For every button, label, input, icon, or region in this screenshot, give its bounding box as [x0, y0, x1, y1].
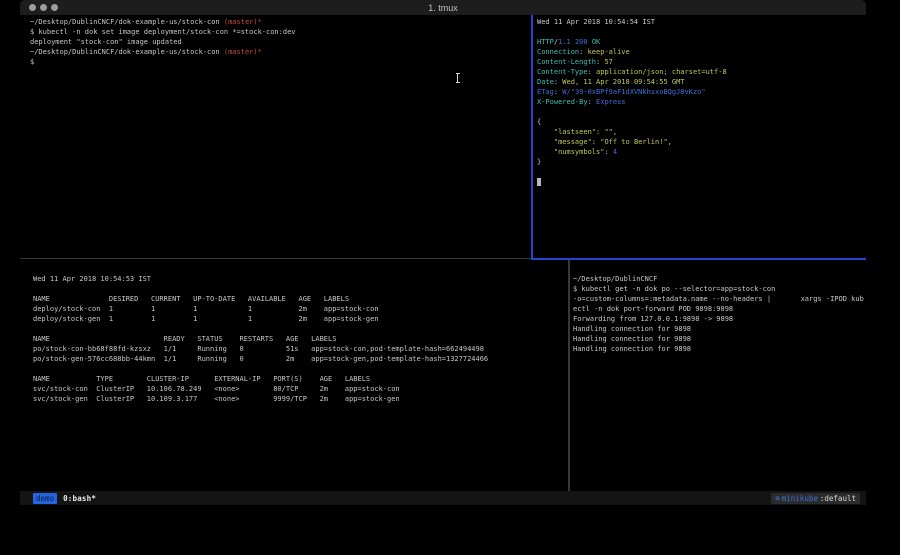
kube-namespace: :default	[820, 494, 856, 503]
window-titlebar[interactable]: 1. tmux	[20, 0, 866, 15]
kube-context: minikube	[782, 494, 818, 503]
terminal-window: 1. tmux ~/Desktop/DublinCNCF/dok-example…	[20, 0, 866, 505]
pane-kubectl-get[interactable]: Wed 11 Apr 2018 10:54:53 IST NAME DESIRE…	[20, 260, 568, 491]
close-window-button[interactable]	[29, 4, 36, 11]
pane-border-horizontal-left[interactable]	[20, 258, 531, 259]
session-name-badge: demo	[33, 493, 57, 504]
window-title: 1. tmux	[428, 3, 458, 13]
kubernetes-icon: ☸	[775, 494, 780, 503]
minimize-window-button[interactable]	[40, 4, 47, 11]
pane-port-forward[interactable]: ~/Desktop/DublinCNCF$ kubectl get -n dok…	[570, 260, 866, 491]
pane-shell[interactable]: ~/Desktop/DublinCNCF/dok-example-us/stoc…	[20, 15, 531, 258]
tmux-status-bar: demo 0:bash* ☸ minikube :default	[20, 491, 866, 505]
tmux-content: ~/Desktop/DublinCNCF/dok-example-us/stoc…	[20, 15, 866, 491]
zoom-window-button[interactable]	[51, 4, 58, 11]
kube-context-indicator: ☸ minikube :default	[771, 493, 860, 504]
traffic-lights	[29, 0, 58, 15]
window-tab-bash[interactable]: 0:bash*	[63, 494, 96, 503]
mouse-ibeam-cursor	[455, 73, 460, 83]
pane-http-response[interactable]: Wed 11 Apr 2018 10:54:54 IST HTTP/1.1 20…	[533, 15, 866, 258]
